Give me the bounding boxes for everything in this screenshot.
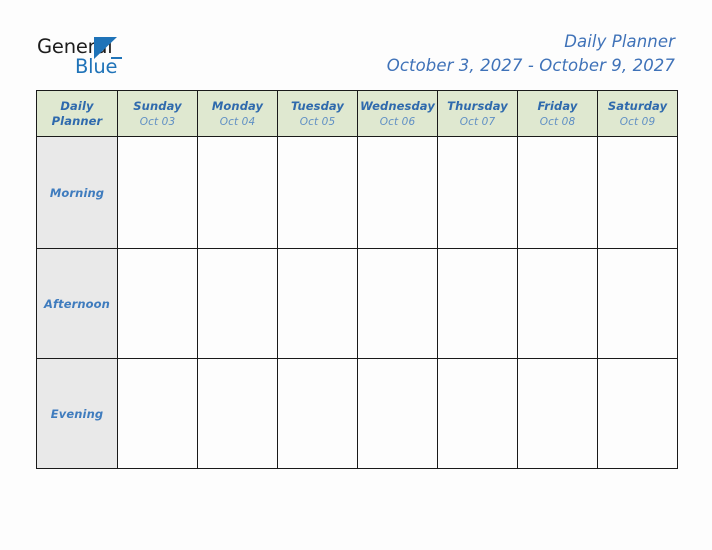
day-header-tuesday: Tuesday Oct 05: [277, 90, 358, 137]
day-header-sunday: Sunday Oct 03: [117, 90, 198, 137]
slot-cell-morning-tuesday[interactable]: [277, 136, 358, 249]
slot-cell-morning-saturday[interactable]: [597, 136, 678, 249]
title-block: Daily Planner October 3, 2027 - October …: [387, 32, 675, 77]
date-range-subtitle: October 3, 2027 - October 9, 2027: [386, 56, 675, 75]
slot-cell-evening-sunday[interactable]: [117, 358, 198, 469]
general-blue-logo: General Blue: [37, 36, 207, 84]
slot-cell-afternoon-tuesday[interactable]: [277, 248, 358, 359]
day-name: Saturday: [607, 98, 668, 113]
slot-label-text: Evening: [50, 406, 104, 421]
day-name: Wednesday: [360, 98, 435, 113]
planner-row-evening: Evening: [36, 358, 678, 469]
slot-cell-morning-thursday[interactable]: [437, 136, 518, 249]
slot-cell-morning-monday[interactable]: [197, 136, 278, 249]
corner-header-cell: Daily Planner: [36, 90, 118, 137]
slot-cell-morning-friday[interactable]: [517, 136, 598, 249]
slot-cell-evening-friday[interactable]: [517, 358, 598, 469]
slot-label-morning: Morning: [36, 136, 118, 249]
planner-row-afternoon: Afternoon: [36, 248, 678, 359]
logo-word-blue: Blue: [75, 55, 118, 78]
planner-table: Daily Planner Sunday Oct 03 Monday Oct 0…: [36, 90, 678, 469]
day-name: Monday: [211, 98, 264, 113]
page-title: Daily Planner: [564, 32, 675, 51]
planner-row-morning: Morning: [36, 136, 678, 249]
slot-cell-morning-sunday[interactable]: [117, 136, 198, 249]
slot-cell-afternoon-wednesday[interactable]: [357, 248, 438, 359]
slot-cell-evening-saturday[interactable]: [597, 358, 678, 469]
day-header-thursday: Thursday Oct 07: [437, 90, 518, 137]
day-header-monday: Monday Oct 04: [197, 90, 278, 137]
day-name: Sunday: [133, 98, 182, 113]
slot-cell-afternoon-friday[interactable]: [517, 248, 598, 359]
planner-table-wrapper: Daily Planner Sunday Oct 03 Monday Oct 0…: [36, 90, 678, 469]
day-date: Oct 09: [619, 115, 656, 128]
day-date: Oct 03: [139, 115, 176, 128]
slot-cell-afternoon-monday[interactable]: [197, 248, 278, 359]
day-date: Oct 08: [539, 115, 576, 128]
day-header-saturday: Saturday Oct 09: [597, 90, 678, 137]
slot-cell-evening-monday[interactable]: [197, 358, 278, 469]
planner-page: General Blue Daily Planner October 3, 20…: [0, 0, 712, 550]
planner-table-body: Morning Afternoon Evening: [36, 136, 678, 469]
slot-label-afternoon: Afternoon: [36, 248, 118, 359]
day-name: Tuesday: [290, 98, 345, 113]
day-header-friday: Friday Oct 08: [517, 90, 598, 137]
page-header: General Blue Daily Planner October 3, 20…: [0, 0, 712, 88]
header-row: Daily Planner Sunday Oct 03 Monday Oct 0…: [36, 90, 678, 137]
slot-cell-evening-wednesday[interactable]: [357, 358, 438, 469]
day-date: Oct 04: [219, 115, 256, 128]
day-date: Oct 06: [379, 115, 416, 128]
slot-label-evening: Evening: [36, 358, 118, 469]
slot-cell-afternoon-thursday[interactable]: [437, 248, 518, 359]
day-date: Oct 07: [459, 115, 496, 128]
slot-cell-evening-tuesday[interactable]: [277, 358, 358, 469]
planner-table-head: Daily Planner Sunday Oct 03 Monday Oct 0…: [36, 90, 678, 137]
day-name: Friday: [537, 98, 578, 113]
slot-label-text: Afternoon: [44, 296, 110, 311]
slot-cell-afternoon-saturday[interactable]: [597, 248, 678, 359]
slot-cell-afternoon-sunday[interactable]: [117, 248, 198, 359]
slot-cell-evening-thursday[interactable]: [437, 358, 518, 469]
corner-header-line2: Planner: [51, 113, 103, 128]
corner-header-line1: Daily: [60, 98, 94, 113]
slot-cell-morning-wednesday[interactable]: [357, 136, 438, 249]
day-date: Oct 05: [299, 115, 336, 128]
day-name: Thursday: [447, 98, 508, 113]
day-header-wednesday: Wednesday Oct 06: [357, 90, 438, 137]
slot-label-text: Morning: [49, 185, 105, 200]
